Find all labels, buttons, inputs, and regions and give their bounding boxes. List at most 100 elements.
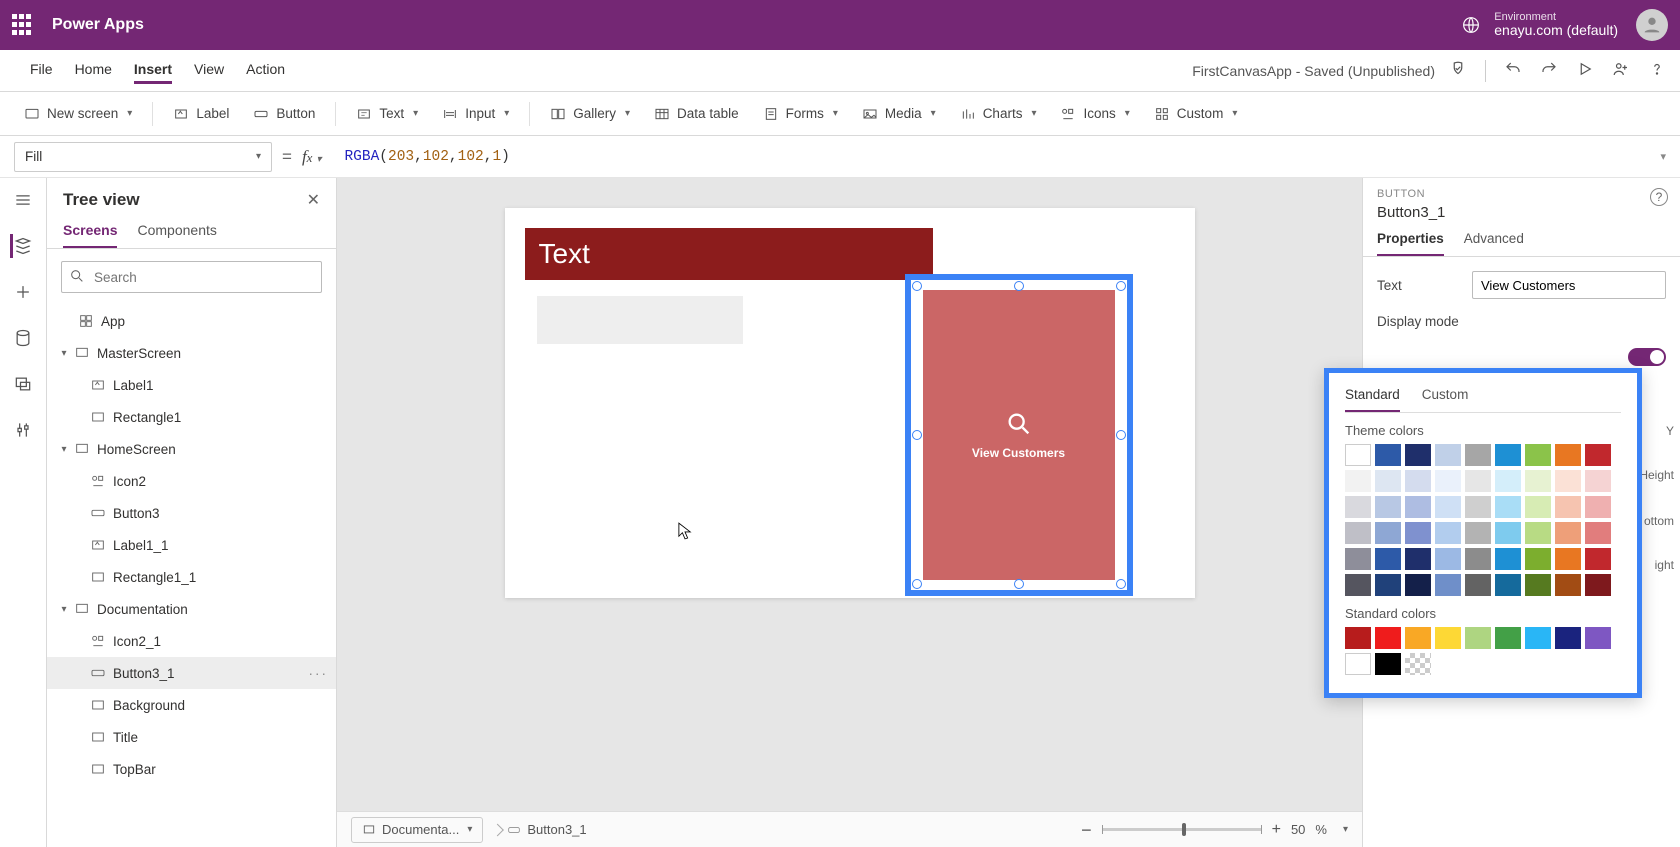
formula-input[interactable]: RGBA(203, 102, 102, 1) bbox=[333, 142, 1650, 172]
color-swatch[interactable] bbox=[1375, 653, 1401, 675]
colortab-standard[interactable]: Standard bbox=[1345, 383, 1400, 412]
color-swatch[interactable] bbox=[1495, 496, 1521, 518]
app-checker-icon[interactable] bbox=[1449, 60, 1467, 81]
color-swatch[interactable] bbox=[1345, 653, 1371, 675]
breadcrumb-screen[interactable]: Documenta...▾ bbox=[351, 817, 483, 843]
colortab-custom[interactable]: Custom bbox=[1422, 383, 1469, 412]
color-swatch[interactable] bbox=[1555, 496, 1581, 518]
menu-file[interactable]: File bbox=[30, 57, 53, 84]
color-swatch[interactable] bbox=[1375, 522, 1401, 544]
color-swatch[interactable] bbox=[1555, 548, 1581, 570]
tree-item[interactable]: Icon2··· bbox=[47, 465, 336, 497]
color-swatch[interactable] bbox=[1465, 627, 1491, 649]
selected-button[interactable]: View Customers bbox=[923, 290, 1115, 580]
color-swatch[interactable] bbox=[1465, 444, 1491, 466]
undo-icon[interactable] bbox=[1504, 60, 1522, 81]
close-icon[interactable]: ✕ bbox=[307, 190, 320, 210]
color-swatch[interactable] bbox=[1585, 470, 1611, 492]
color-swatch[interactable] bbox=[1495, 574, 1521, 596]
design-canvas[interactable]: Text View Customers bbox=[505, 208, 1195, 598]
data-icon[interactable] bbox=[11, 326, 35, 350]
color-swatch[interactable] bbox=[1405, 470, 1431, 492]
color-swatch[interactable] bbox=[1585, 444, 1611, 466]
environment-selector[interactable]: Environment enayu.com (default) bbox=[1494, 11, 1618, 38]
search-input[interactable] bbox=[61, 261, 322, 293]
color-swatch[interactable] bbox=[1405, 522, 1431, 544]
color-swatch[interactable] bbox=[1345, 548, 1371, 570]
label-button[interactable]: Label bbox=[163, 101, 239, 127]
color-swatch[interactable] bbox=[1525, 574, 1551, 596]
color-swatch[interactable] bbox=[1345, 444, 1371, 466]
color-swatch[interactable] bbox=[1525, 627, 1551, 649]
zoom-chevron-icon[interactable]: ▾ bbox=[1343, 824, 1348, 835]
tab-advanced[interactable]: Advanced bbox=[1464, 231, 1524, 256]
color-swatch[interactable] bbox=[1585, 574, 1611, 596]
color-swatch[interactable] bbox=[1375, 548, 1401, 570]
color-swatch[interactable] bbox=[1435, 496, 1461, 518]
color-swatch[interactable] bbox=[1585, 627, 1611, 649]
datatable-button[interactable]: Data table bbox=[644, 101, 749, 127]
color-swatch[interactable] bbox=[1435, 627, 1461, 649]
breadcrumb-control[interactable]: Button3_1 bbox=[491, 822, 586, 837]
tree-item[interactable]: Icon2_1··· bbox=[47, 625, 336, 657]
color-swatch[interactable] bbox=[1495, 470, 1521, 492]
tree-item[interactable]: Label1_1··· bbox=[47, 529, 336, 561]
color-swatch[interactable] bbox=[1495, 627, 1521, 649]
color-swatch[interactable] bbox=[1555, 574, 1581, 596]
new-screen-button[interactable]: New screen▾ bbox=[14, 101, 142, 127]
help-icon[interactable] bbox=[1648, 60, 1666, 81]
tree-group[interactable]: ▾Documentation bbox=[47, 593, 336, 625]
custom-button[interactable]: Custom▾ bbox=[1144, 101, 1248, 127]
property-selector[interactable]: Fill▾ bbox=[14, 142, 272, 172]
props-help-icon[interactable]: ? bbox=[1650, 188, 1668, 206]
media-button[interactable]: Media▾ bbox=[852, 101, 946, 127]
tab-properties[interactable]: Properties bbox=[1377, 231, 1444, 256]
color-swatch[interactable] bbox=[1405, 496, 1431, 518]
tools-icon[interactable] bbox=[11, 418, 35, 442]
color-swatch[interactable] bbox=[1465, 470, 1491, 492]
color-swatch[interactable] bbox=[1495, 522, 1521, 544]
tree-group[interactable]: ▾MasterScreen bbox=[47, 337, 336, 369]
color-swatch[interactable] bbox=[1465, 522, 1491, 544]
expand-formula-icon[interactable]: ▾ bbox=[1660, 150, 1666, 163]
color-swatch[interactable] bbox=[1405, 574, 1431, 596]
color-swatch[interactable] bbox=[1555, 470, 1581, 492]
charts-button[interactable]: Charts▾ bbox=[950, 101, 1047, 127]
color-swatch[interactable] bbox=[1525, 548, 1551, 570]
color-swatch[interactable] bbox=[1345, 496, 1371, 518]
redo-icon[interactable] bbox=[1540, 60, 1558, 81]
app-launcher-icon[interactable] bbox=[12, 14, 34, 36]
tree-item[interactable]: Rectangle1_1··· bbox=[47, 561, 336, 593]
color-swatch[interactable] bbox=[1555, 522, 1581, 544]
icons-button[interactable]: Icons▾ bbox=[1050, 101, 1139, 127]
visible-toggle[interactable] bbox=[1628, 348, 1666, 366]
color-swatch[interactable] bbox=[1465, 548, 1491, 570]
color-swatch[interactable] bbox=[1525, 522, 1551, 544]
user-avatar[interactable] bbox=[1636, 9, 1668, 41]
input-button[interactable]: Input▾ bbox=[432, 101, 519, 127]
color-swatch[interactable] bbox=[1375, 627, 1401, 649]
color-swatch[interactable] bbox=[1435, 470, 1461, 492]
color-swatch[interactable] bbox=[1345, 522, 1371, 544]
color-swatch[interactable] bbox=[1525, 496, 1551, 518]
color-swatch[interactable] bbox=[1345, 574, 1371, 596]
color-swatch[interactable] bbox=[1375, 470, 1401, 492]
tree-item[interactable]: Button3_1··· bbox=[47, 657, 336, 689]
color-swatch[interactable] bbox=[1465, 574, 1491, 596]
menu-home[interactable]: Home bbox=[75, 57, 112, 84]
tree-app[interactable]: App bbox=[47, 305, 336, 337]
hamburger-icon[interactable] bbox=[11, 188, 35, 212]
color-swatch[interactable] bbox=[1405, 548, 1431, 570]
color-swatch[interactable] bbox=[1375, 574, 1401, 596]
color-swatch[interactable] bbox=[1435, 444, 1461, 466]
tree-view-icon[interactable] bbox=[10, 234, 34, 258]
color-swatch[interactable] bbox=[1585, 496, 1611, 518]
color-swatch[interactable] bbox=[1405, 653, 1431, 675]
play-icon[interactable] bbox=[1576, 60, 1594, 81]
color-swatch[interactable] bbox=[1435, 522, 1461, 544]
tree-item[interactable]: Button3··· bbox=[47, 497, 336, 529]
color-swatch[interactable] bbox=[1495, 444, 1521, 466]
color-swatch[interactable] bbox=[1345, 470, 1371, 492]
tree-group[interactable]: ▾HomeScreen bbox=[47, 433, 336, 465]
color-swatch[interactable] bbox=[1405, 627, 1431, 649]
